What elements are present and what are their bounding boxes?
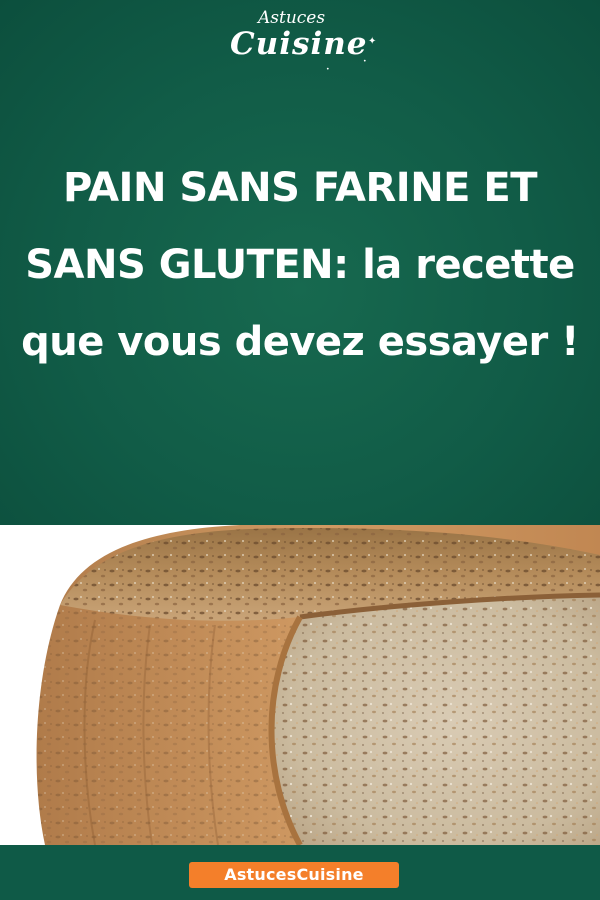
brand-badge[interactable]: AstucesCuisine — [189, 862, 399, 888]
bread-illustration — [36, 525, 600, 845]
logo-line1: Astuces — [258, 8, 326, 28]
sparkle-icon: • — [326, 66, 330, 73]
sparkle-icon: ✦ — [368, 36, 377, 47]
bread-photo[interactable] — [0, 525, 600, 845]
site-logo[interactable]: Astuces Cuisine ✦ • • — [218, 6, 388, 84]
header-panel: Astuces Cuisine ✦ • • PAIN SANS FARINE E… — [0, 0, 600, 525]
footer-bar: AstucesCuisine — [0, 845, 600, 900]
sparkle-icon: • — [363, 58, 367, 65]
logo-line2: Cuisine — [230, 26, 368, 62]
article-headline[interactable]: PAIN SANS FARINE ET SANS GLUTEN: la rece… — [20, 150, 580, 381]
